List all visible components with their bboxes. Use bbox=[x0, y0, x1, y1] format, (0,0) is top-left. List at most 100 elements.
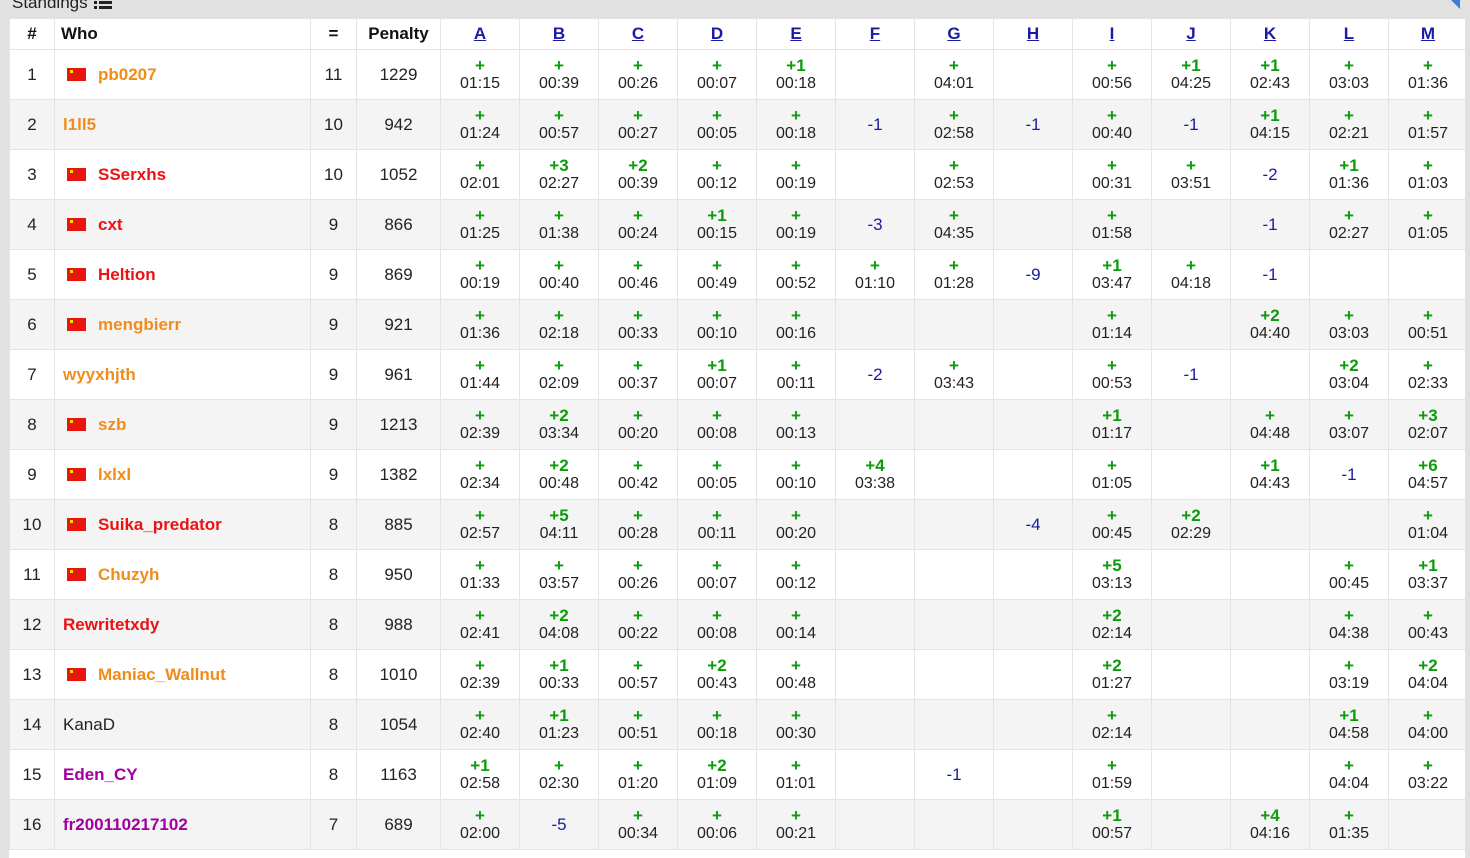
problem-cell-d[interactable]: +00:12 bbox=[677, 149, 757, 200]
problem-cell-j[interactable]: -1 bbox=[1151, 349, 1231, 400]
problem-cell-d[interactable]: +1 00:15 bbox=[677, 199, 757, 250]
problem-cell-a[interactable]: +01:36 bbox=[440, 299, 520, 350]
problem-cell-a[interactable]: +02:39 bbox=[440, 399, 520, 450]
problem-cell-c[interactable]: +00:28 bbox=[598, 499, 678, 550]
problem-header-j[interactable]: J bbox=[1151, 18, 1231, 50]
problem-cell-a[interactable]: +00:19 bbox=[440, 249, 520, 300]
problem-cell-m[interactable]: +01:36 bbox=[1388, 49, 1465, 100]
corner-toggle-icon[interactable] bbox=[1451, 0, 1460, 9]
problem-cell-e[interactable]: +00:52 bbox=[756, 249, 836, 300]
problem-cell-l[interactable]: -1 bbox=[1309, 449, 1389, 500]
problem-cell-l[interactable]: +2 03:04 bbox=[1309, 349, 1389, 400]
problem-link-g[interactable]: G bbox=[947, 24, 960, 43]
problem-cell-f[interactable]: +01:10 bbox=[835, 249, 915, 300]
problem-cell-d[interactable]: +00:07 bbox=[677, 549, 757, 600]
problem-cell-e[interactable]: +00:14 bbox=[756, 599, 836, 650]
problem-cell-a[interactable]: +1 02:58 bbox=[440, 749, 520, 800]
problem-cell-a[interactable]: +02:40 bbox=[440, 699, 520, 750]
problem-cell-h[interactable]: -4 bbox=[993, 499, 1073, 550]
problem-cell-i[interactable]: +2 01:27 bbox=[1072, 649, 1152, 700]
problem-cell-h[interactable]: -1 bbox=[993, 99, 1073, 150]
problem-cell-c[interactable]: +00:27 bbox=[598, 99, 678, 150]
problem-cell-b[interactable]: +2 03:34 bbox=[519, 399, 599, 450]
problem-link-c[interactable]: C bbox=[632, 24, 644, 43]
problem-cell-d[interactable]: +00:49 bbox=[677, 249, 757, 300]
participant-handle[interactable]: Suika_predator bbox=[98, 515, 222, 534]
problem-cell-l[interactable]: +04:38 bbox=[1309, 599, 1389, 650]
problem-cell-k[interactable]: -1 bbox=[1230, 249, 1310, 300]
problem-cell-c[interactable]: +00:22 bbox=[598, 599, 678, 650]
problem-link-h[interactable]: H bbox=[1027, 24, 1039, 43]
problem-cell-a[interactable]: +02:39 bbox=[440, 649, 520, 700]
problem-cell-k[interactable]: +1 04:43 bbox=[1230, 449, 1310, 500]
problem-cell-i[interactable]: +01:14 bbox=[1072, 299, 1152, 350]
problem-cell-a[interactable]: +02:01 bbox=[440, 149, 520, 200]
problem-cell-d[interactable]: +00:06 bbox=[677, 799, 757, 850]
problem-cell-k[interactable]: +4 04:16 bbox=[1230, 799, 1310, 850]
problem-cell-l[interactable]: +03:03 bbox=[1309, 49, 1389, 100]
problem-cell-k[interactable]: -1 bbox=[1230, 199, 1310, 250]
problem-header-d[interactable]: D bbox=[677, 18, 757, 50]
problem-cell-b[interactable]: +1 01:23 bbox=[519, 699, 599, 750]
problem-cell-b[interactable]: +3 02:27 bbox=[519, 149, 599, 200]
problem-cell-e[interactable]: +00:19 bbox=[756, 199, 836, 250]
problem-cell-e[interactable]: +00:48 bbox=[756, 649, 836, 700]
problem-cell-d[interactable]: +2 01:09 bbox=[677, 749, 757, 800]
problem-link-l[interactable]: L bbox=[1344, 24, 1354, 43]
problem-cell-j[interactable]: +1 04:25 bbox=[1151, 49, 1231, 100]
problem-cell-b[interactable]: +2 04:08 bbox=[519, 599, 599, 650]
problem-cell-d[interactable]: +1 00:07 bbox=[677, 349, 757, 400]
problem-cell-i[interactable]: +01:58 bbox=[1072, 199, 1152, 250]
problem-cell-i[interactable]: +1 03:47 bbox=[1072, 249, 1152, 300]
participant-handle[interactable]: lxlxl bbox=[98, 465, 131, 484]
problem-cell-i[interactable]: +00:56 bbox=[1072, 49, 1152, 100]
problem-link-a[interactable]: A bbox=[474, 24, 486, 43]
problem-cell-a[interactable]: +01:33 bbox=[440, 549, 520, 600]
problem-link-i[interactable]: I bbox=[1110, 24, 1115, 43]
problem-cell-g[interactable]: -1 bbox=[914, 749, 994, 800]
problem-cell-c[interactable]: +00:26 bbox=[598, 49, 678, 100]
problem-cell-m[interactable]: +02:33 bbox=[1388, 349, 1465, 400]
problem-cell-f[interactable]: -1 bbox=[835, 99, 915, 150]
problem-cell-a[interactable]: +01:44 bbox=[440, 349, 520, 400]
problem-cell-b[interactable]: +00:40 bbox=[519, 249, 599, 300]
problem-cell-i[interactable]: +1 00:57 bbox=[1072, 799, 1152, 850]
problem-cell-i[interactable]: +01:05 bbox=[1072, 449, 1152, 500]
participant-handle[interactable]: KanaD bbox=[63, 715, 115, 734]
problem-cell-d[interactable]: +00:11 bbox=[677, 499, 757, 550]
problem-cell-e[interactable]: +00:20 bbox=[756, 499, 836, 550]
problem-cell-a[interactable]: +01:25 bbox=[440, 199, 520, 250]
problem-cell-k[interactable]: +04:48 bbox=[1230, 399, 1310, 450]
problem-cell-c[interactable]: +00:57 bbox=[598, 649, 678, 700]
problem-cell-d[interactable]: +00:10 bbox=[677, 299, 757, 350]
problem-cell-l[interactable]: +04:04 bbox=[1309, 749, 1389, 800]
problem-cell-m[interactable]: +00:51 bbox=[1388, 299, 1465, 350]
problem-cell-l[interactable]: +01:35 bbox=[1309, 799, 1389, 850]
problem-cell-i[interactable]: +2 02:14 bbox=[1072, 599, 1152, 650]
problem-cell-g[interactable]: +02:53 bbox=[914, 149, 994, 200]
problem-cell-m[interactable]: +00:43 bbox=[1388, 599, 1465, 650]
problem-header-l[interactable]: L bbox=[1309, 18, 1389, 50]
problem-cell-h[interactable]: -9 bbox=[993, 249, 1073, 300]
problem-cell-m[interactable]: +03:22 bbox=[1388, 749, 1465, 800]
problem-cell-b[interactable]: +02:18 bbox=[519, 299, 599, 350]
problem-header-m[interactable]: M bbox=[1388, 18, 1465, 50]
participant-handle[interactable]: Maniac_Wallnut bbox=[98, 665, 226, 684]
problem-link-e[interactable]: E bbox=[790, 24, 801, 43]
problem-header-k[interactable]: K bbox=[1230, 18, 1310, 50]
problem-cell-d[interactable]: +00:05 bbox=[677, 99, 757, 150]
problem-header-i[interactable]: I bbox=[1072, 18, 1152, 50]
problem-link-b[interactable]: B bbox=[553, 24, 565, 43]
problem-cell-i[interactable]: +02:14 bbox=[1072, 699, 1152, 750]
problem-cell-a[interactable]: +02:57 bbox=[440, 499, 520, 550]
problem-cell-i[interactable]: +00:40 bbox=[1072, 99, 1152, 150]
problem-cell-c[interactable]: +01:20 bbox=[598, 749, 678, 800]
problem-link-m[interactable]: M bbox=[1421, 24, 1435, 43]
problem-cell-l[interactable]: +1 04:58 bbox=[1309, 699, 1389, 750]
problem-cell-f[interactable]: -2 bbox=[835, 349, 915, 400]
problem-cell-a[interactable]: +02:00 bbox=[440, 799, 520, 850]
problem-cell-c[interactable]: +00:46 bbox=[598, 249, 678, 300]
problem-cell-l[interactable]: +03:19 bbox=[1309, 649, 1389, 700]
problem-cell-b[interactable]: +02:09 bbox=[519, 349, 599, 400]
problem-cell-b[interactable]: +02:30 bbox=[519, 749, 599, 800]
